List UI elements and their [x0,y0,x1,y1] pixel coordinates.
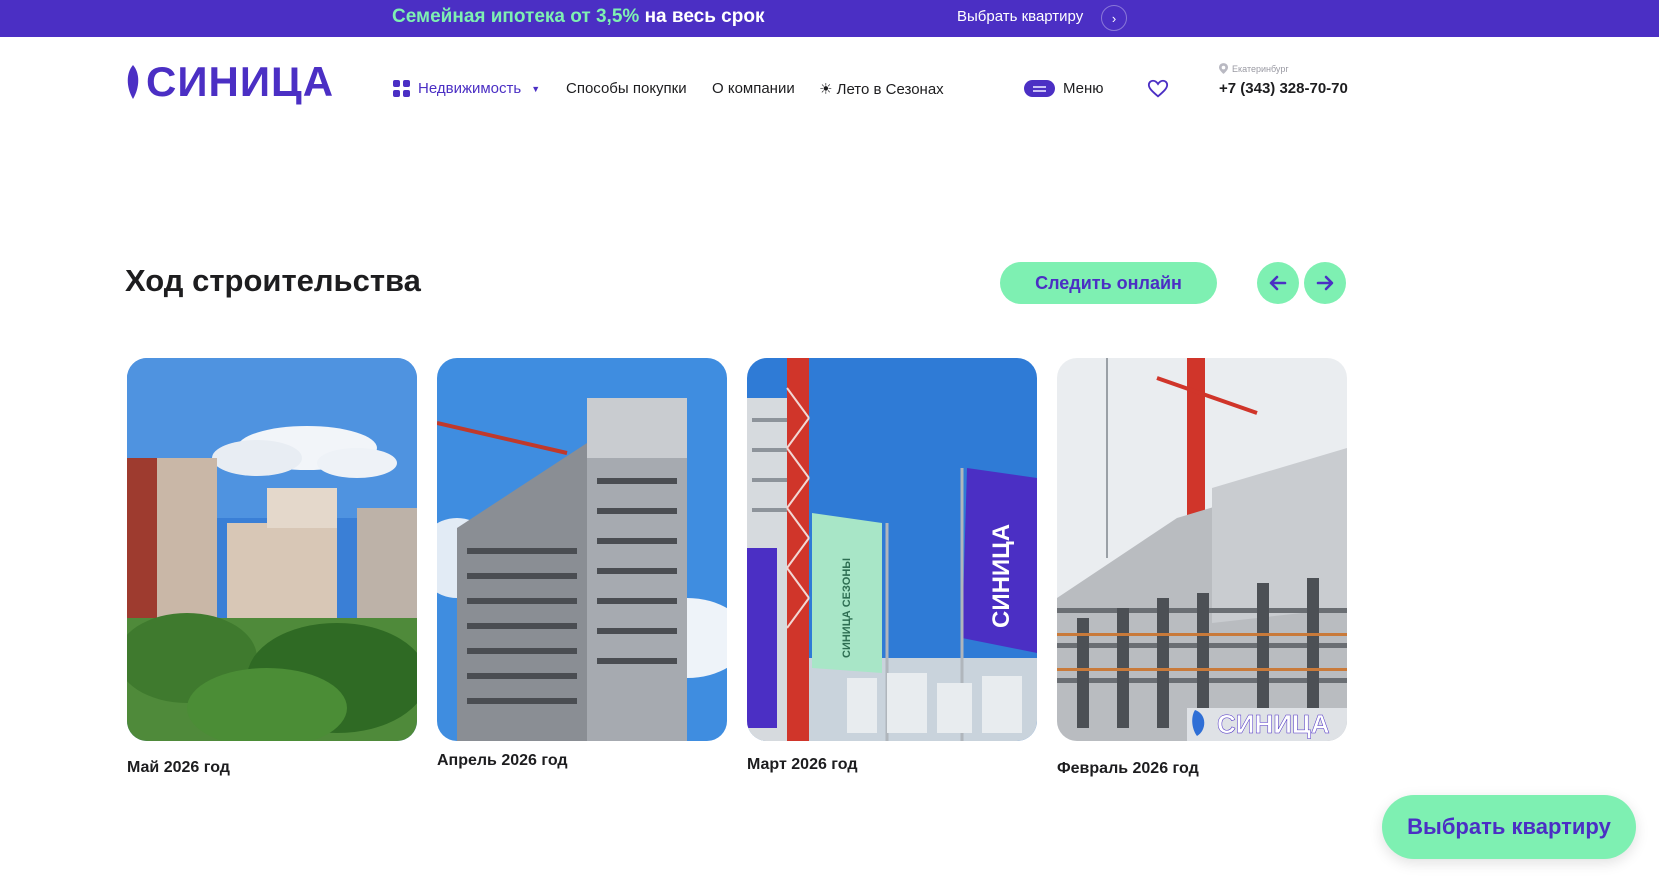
flag-logo-text: СИНИЦА [988,524,1015,628]
heart-icon[interactable] [1147,78,1169,100]
progress-card[interactable]: Апрель 2026 год [437,358,727,769]
section-title: Ход строительства [125,263,421,298]
menu-icon [1024,80,1055,97]
carousel-next-button[interactable] [1304,262,1346,304]
phone-link[interactable]: +7 (343) 328-70-70 [1219,80,1348,97]
nav-ways[interactable]: Способы покупки [566,80,687,97]
promo-accent: Семейная ипотека от 3,5% [392,6,640,27]
menu-button[interactable]: Меню [1024,80,1104,97]
city-label: Екатеринбург [1232,63,1289,74]
caret-down-icon: ▼ [531,83,541,94]
nav-realty-label: Недвижимость [418,80,522,97]
leaf-icon [127,65,139,99]
progress-photo[interactable] [437,358,727,741]
nav-about[interactable]: О компании [712,80,795,97]
logo[interactable]: СИНИЦА [124,56,346,108]
chevron-right-icon[interactable]: › [1101,5,1127,31]
card-date: Апрель 2026 год [437,752,568,769]
progress-card[interactable]: Май 2026 год [127,358,417,776]
promo-text[interactable]: Семейная ипотека от 3,5% на весь срок [392,6,764,28]
promo-rest: на весь срок [639,6,765,27]
city-selector[interactable]: Екатеринбург [1219,63,1289,74]
flag-text: СИНИЦА СЕЗОНЫ [841,558,853,658]
site-sign-text: СИНИЦА [1217,709,1330,739]
location-pin-icon [1219,63,1228,74]
card-date: Февраль 2026 год [1057,760,1199,777]
progress-card[interactable]: СИНИЦА Февраль 2026 год [1057,358,1347,777]
promo-bar: Семейная ипотека от 3,5% на весь срок Вы… [0,0,1659,37]
card-date: Март 2026 год [747,756,858,773]
logo-text: СИНИЦА [146,58,335,105]
grid-icon [393,80,410,97]
carousel-prev-button[interactable] [1257,262,1299,304]
progress-card[interactable]: СИНИЦА СЕЗОНЫ СИНИЦА Март 2026 год [747,358,1037,773]
arrow-left-icon [1269,275,1287,291]
card-date: Май 2026 год [127,759,230,776]
progress-photo[interactable]: СИНИЦА [1057,358,1347,741]
promo-choose-link[interactable]: Выбрать квартиру [957,8,1083,25]
progress-photo[interactable] [127,358,417,741]
nav-summer[interactable]: ☀ Лето в Сезонах [819,80,944,98]
arrow-right-icon [1316,275,1334,291]
menu-label: Меню [1063,80,1104,97]
choose-apartment-button[interactable]: Выбрать квартиру [1382,795,1636,859]
nav-realty[interactable]: Недвижимость ▼ [393,80,540,97]
watch-online-button[interactable]: Следить онлайн [1000,262,1217,304]
progress-photo[interactable]: СИНИЦА СЕЗОНЫ СИНИЦА [747,358,1037,741]
